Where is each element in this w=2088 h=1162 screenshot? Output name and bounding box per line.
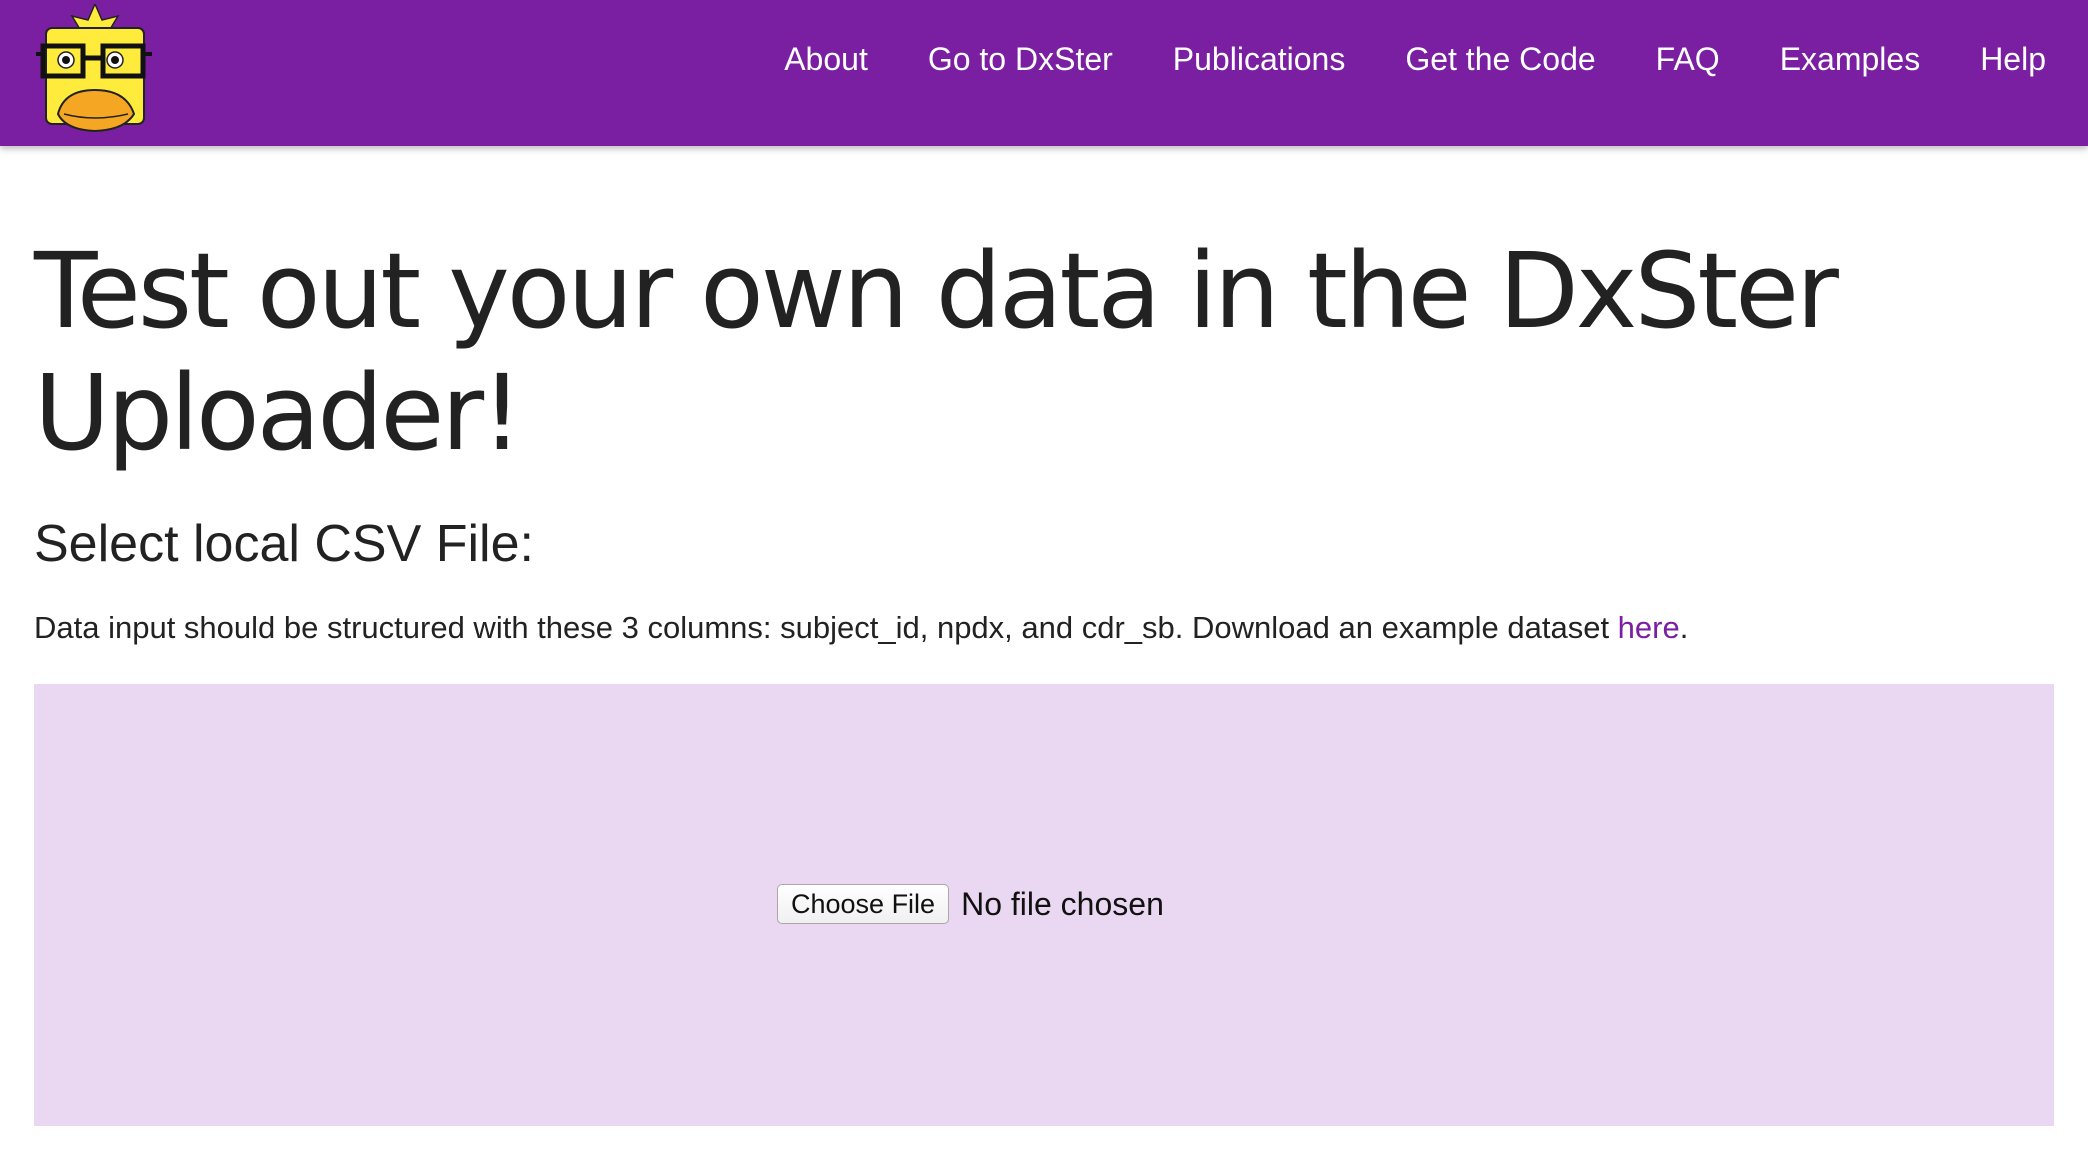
file-upload-drop-zone[interactable]: Choose File No file chosen	[34, 684, 2054, 1126]
section-heading: Select local CSV File:	[34, 515, 534, 573]
nav-link-go-to-dxster[interactable]: Go to DxSter	[928, 41, 1113, 78]
page-title: Test out your own data in the DxSter Upl…	[34, 230, 1839, 474]
file-input[interactable]: Choose File No file chosen	[777, 884, 1164, 924]
example-dataset-link[interactable]: here	[1618, 610, 1680, 645]
description-text: Data input should be structured with the…	[34, 610, 1618, 645]
nav-link-examples[interactable]: Examples	[1780, 41, 1921, 78]
input-format-description: Data input should be structured with the…	[34, 608, 2054, 648]
top-navbar: About Go to DxSter Publications Get the …	[0, 0, 2088, 146]
nav-link-publications[interactable]: Publications	[1173, 41, 1346, 78]
choose-file-button[interactable]: Choose File	[777, 884, 950, 924]
description-suffix: .	[1679, 610, 1689, 645]
nav-link-get-the-code[interactable]: Get the Code	[1405, 41, 1595, 78]
nav-link-about[interactable]: About	[784, 41, 868, 78]
main-content: Test out your own data in the DxSter Upl…	[34, 146, 2054, 648]
nav-link-faq[interactable]: FAQ	[1656, 41, 1720, 78]
nav-link-help[interactable]: Help	[1980, 41, 2046, 78]
main-nav: About Go to DxSter Publications Get the …	[724, 0, 2046, 118]
duck-with-glasses-logo-icon[interactable]	[36, 2, 154, 134]
file-status-text: No file chosen	[961, 885, 1164, 922]
